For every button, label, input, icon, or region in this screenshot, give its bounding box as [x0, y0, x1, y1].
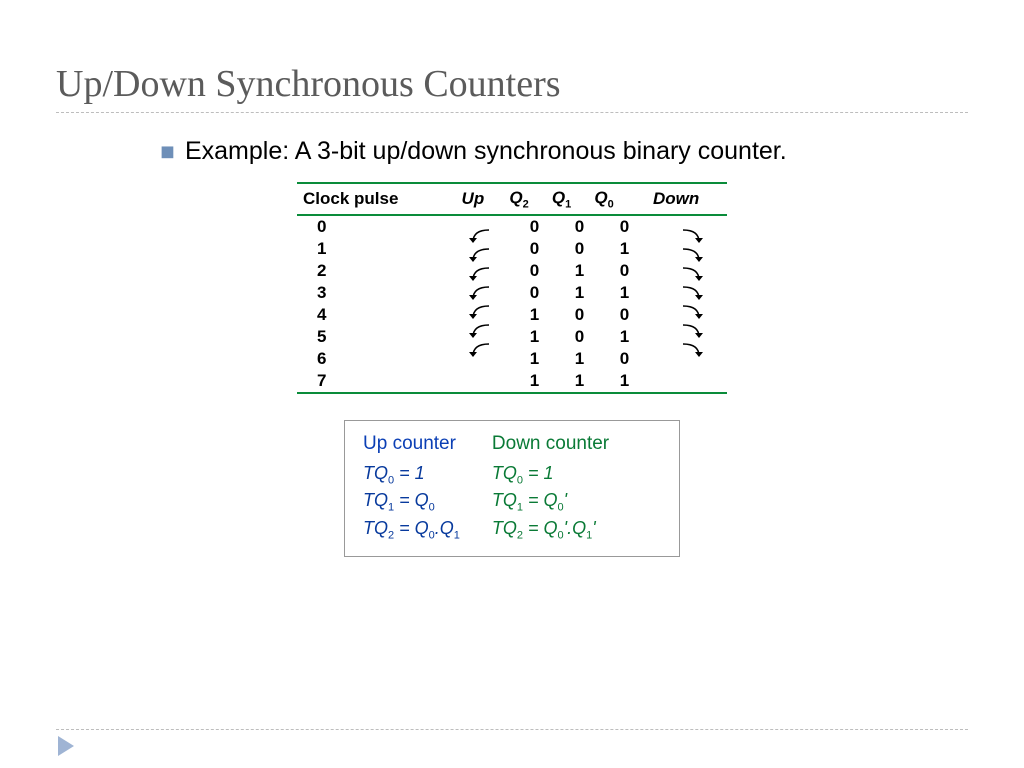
cell-q1: 1: [557, 348, 602, 370]
up-eq-tq1: TQ1 = Q0: [363, 488, 460, 516]
header-q0: Q0: [583, 184, 626, 214]
cell-q1: 0: [557, 326, 602, 348]
cell-q2: 1: [512, 348, 557, 370]
title-divider: [56, 112, 968, 113]
down-arrow-icon: [679, 342, 707, 359]
table-row: 4100: [297, 304, 727, 326]
header-q1: Q1: [540, 184, 583, 214]
up-counter-equations: Up counter TQ0 = 1 TQ1 = Q0 TQ2 = Q0.Q1: [363, 433, 460, 544]
cell-q0: 0: [602, 216, 647, 238]
cell-q2: 0: [512, 282, 557, 304]
cell-q1: 0: [557, 304, 602, 326]
cell-q0: 0: [602, 304, 647, 326]
cell-clockpulse: 0: [297, 216, 462, 238]
up-arrow-icon: [465, 342, 493, 359]
slide-title: Up/Down Synchronous Counters: [0, 0, 1024, 106]
table-row: 5 101: [297, 326, 727, 348]
cell-q2: 0: [512, 216, 557, 238]
down-eq-tq2: TQ2 = Q0'.Q1': [492, 516, 609, 544]
bullet-marker-icon: ◼: [160, 141, 175, 162]
header-up: Up: [448, 184, 498, 214]
bullet-text: Example: A 3-bit up/down synchronous bin…: [185, 135, 787, 168]
cell-up: [462, 370, 512, 392]
table-header-row: Clock pulse Up Q2 Q1 Q0 Down: [297, 184, 727, 214]
cell-clockpulse: 2: [297, 260, 462, 282]
slide-marker-icon: [58, 736, 74, 756]
equations-box: Up counter TQ0 = 1 TQ1 = Q0 TQ2 = Q0.Q1 …: [344, 420, 680, 557]
counter-table-body: 00001001201030114100510161107111: [297, 216, 727, 392]
counter-table-grid: Clock pulse Up Q2 Q1 Q0 Down: [297, 184, 727, 214]
up-arrow-icon: [465, 266, 493, 283]
table-row: 3011: [297, 282, 727, 304]
header-clockpulse: Clock pulse: [297, 184, 448, 214]
up-arrow-icon: [465, 304, 493, 321]
cell-clockpulse: 7: [297, 370, 462, 392]
cell-q1: 0: [557, 238, 602, 260]
cell-q0: 0: [602, 260, 647, 282]
cell-q2: 0: [512, 238, 557, 260]
header-q2: Q2: [498, 184, 541, 214]
footer-divider: [56, 729, 968, 730]
cell-clockpulse: 4: [297, 304, 462, 326]
cell-q1: 0: [557, 216, 602, 238]
up-arrow-icon: [465, 247, 493, 264]
up-eq-tq0: TQ0 = 1: [363, 461, 460, 489]
cell-q2: 0: [512, 260, 557, 282]
up-arrow-icon: [465, 285, 493, 302]
cell-clockpulse: 5: [297, 326, 462, 348]
down-counter-equations: Down counter TQ0 = 1 TQ1 = Q0' TQ2 = Q0'…: [492, 433, 609, 544]
up-counter-heading: Up counter: [363, 433, 460, 455]
down-arrow-icon: [679, 266, 707, 283]
table-row: 6110: [297, 348, 727, 370]
up-arrow-icon: [465, 323, 493, 340]
cell-clockpulse: 6: [297, 348, 462, 370]
down-eq-tq1: TQ1 = Q0': [492, 488, 609, 516]
cell-q2: 1: [512, 370, 557, 392]
down-arrow-icon: [679, 228, 707, 245]
down-arrow-icon: [679, 285, 707, 302]
cell-q2: 1: [512, 326, 557, 348]
counter-table: Clock pulse Up Q2 Q1 Q0 Down 00001001201…: [297, 182, 727, 394]
down-arrow-icon: [679, 304, 707, 321]
table-row: 2010: [297, 260, 727, 282]
cell-clockpulse: 1: [297, 238, 462, 260]
cell-q0: 1: [602, 326, 647, 348]
cell-down: [647, 370, 727, 392]
header-down: Down: [625, 184, 727, 214]
table-bottom-rule: [297, 392, 727, 394]
down-arrows-column: [679, 228, 707, 359]
cell-q2: 1: [512, 304, 557, 326]
cell-q1: 1: [557, 260, 602, 282]
cell-q0: 1: [602, 370, 647, 392]
down-arrow-icon: [679, 247, 707, 264]
cell-q0: 1: [602, 238, 647, 260]
cell-clockpulse: 3: [297, 282, 462, 304]
down-arrow-icon: [679, 323, 707, 340]
cell-q0: 0: [602, 348, 647, 370]
cell-q1: 1: [557, 282, 602, 304]
table-row: 7111: [297, 370, 727, 392]
cell-q1: 1: [557, 370, 602, 392]
bullet-item: ◼ Example: A 3-bit up/down synchronous b…: [160, 135, 910, 168]
up-eq-tq2: TQ2 = Q0.Q1: [363, 516, 460, 544]
table-row: 1001: [297, 238, 727, 260]
slide: Up/Down Synchronous Counters ◼ Example: …: [0, 0, 1024, 768]
down-eq-tq0: TQ0 = 1: [492, 461, 609, 489]
table-row: 0000: [297, 216, 727, 238]
up-arrow-icon: [465, 228, 493, 245]
cell-q0: 1: [602, 282, 647, 304]
down-counter-heading: Down counter: [492, 433, 609, 455]
up-arrows-column: [465, 228, 493, 359]
